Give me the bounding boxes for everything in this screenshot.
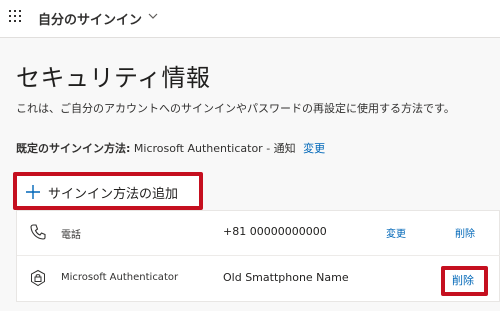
method-value: +81 00000000000 [223,225,327,238]
default-method-row: 既定のサインイン方法: Microsoft Authenticator - 通知… [16,140,325,156]
top-bar: 自分のサインイン [0,0,500,38]
method-change-link[interactable]: 変更 [386,225,406,240]
method-value: Old Smattphone Name [223,271,349,284]
add-method-button[interactable]: サインイン方法の追加 [25,180,178,204]
method-name: Microsoft Authenticator [61,272,179,283]
method-name: 電話 [61,230,81,241]
app-title: 自分のサインイン [38,13,143,28]
method-row-phone: 電話 +81 00000000000 変更 削除 [17,211,500,256]
authenticator-lock-icon [31,269,45,287]
method-row-authenticator: Microsoft Authenticator Old Smattphone N… [17,257,500,302]
page-description: これは、ご自分のアカウントへのサインインやパスワードの再設定に使用する方法です。 [16,102,455,115]
app-launcher-icon[interactable] [9,10,23,24]
page-title: セキュリティ情報 [16,64,211,92]
method-delete-link[interactable]: 削除 [452,272,474,288]
plus-icon [26,185,40,199]
default-method-label: 既定のサインイン方法: [16,142,131,155]
phone-icon [30,224,46,240]
add-method-highlight: サインイン方法の追加 [13,172,203,210]
methods-list: 電話 +81 00000000000 変更 削除 Microsoft Authe… [16,210,500,302]
chevron-down-icon[interactable] [148,11,158,21]
default-method-change-link[interactable]: 変更 [303,142,325,155]
add-method-label: サインイン方法の追加 [48,186,179,202]
default-method-value: Microsoft Authenticator - 通知 [133,142,296,155]
method-delete-link[interactable]: 削除 [455,225,475,240]
